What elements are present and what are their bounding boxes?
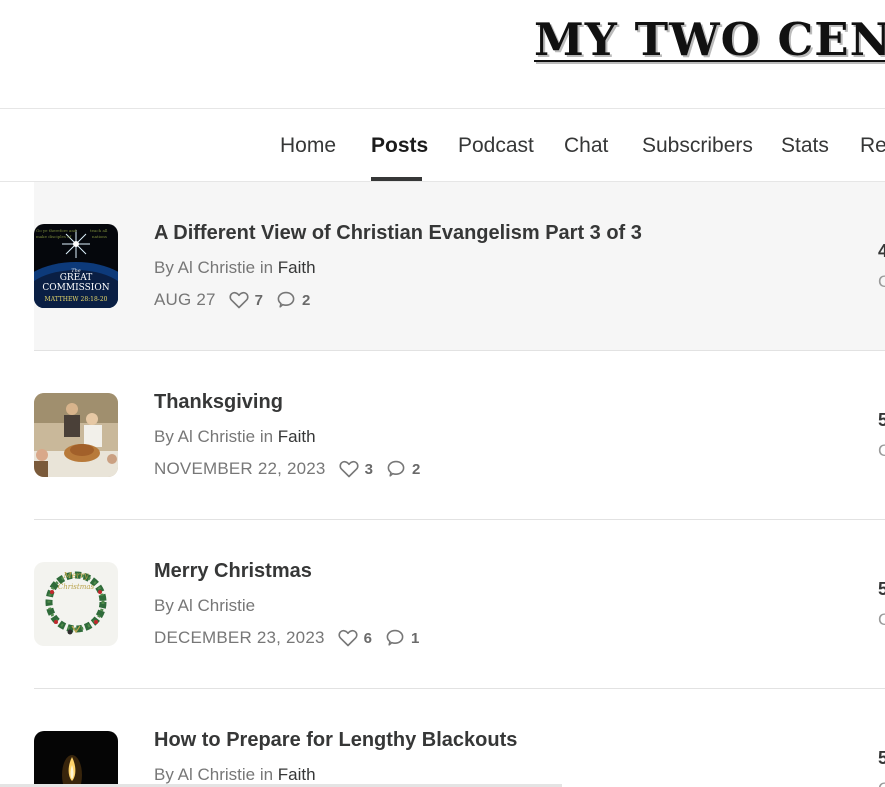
like-count: 7 <box>254 291 264 309</box>
post-category[interactable]: Faith <box>278 765 316 784</box>
nav-chat[interactable]: Chat <box>564 134 608 158</box>
comment-button[interactable]: 1 <box>385 629 419 647</box>
post-in-word: in <box>259 765 274 784</box>
post-row[interactable]: Thanksgiving By Al Christie in Faith NOV… <box>34 351 885 520</box>
post-byline: By Al Christie in Faith <box>154 258 316 278</box>
svg-text:make disciples of: make disciples of <box>36 234 72 239</box>
post-row[interactable]: How to Prepare for Lengthy Blackouts By … <box>34 689 885 787</box>
comment-bubble-icon <box>387 460 405 477</box>
great-commission-thumbnail-image: Go ye therefore and teach all make disci… <box>34 224 118 308</box>
thanksgiving-painting-thumbnail-image <box>34 393 118 477</box>
post-title[interactable]: How to Prepare for Lengthy Blackouts <box>154 729 517 752</box>
heart-icon <box>338 629 358 647</box>
post-row[interactable]: Go ye therefore and teach all make disci… <box>34 182 885 351</box>
comment-button[interactable]: 2 <box>276 291 310 309</box>
site-logo[interactable]: MY TWO CENTS <box>534 12 885 68</box>
post-author[interactable]: By Al Christie <box>154 427 255 446</box>
svg-text:COMMISSION: COMMISSION <box>42 283 109 293</box>
comment-bubble-icon <box>277 291 295 308</box>
post-thumbnail[interactable] <box>34 393 118 477</box>
post-meta: DECEMBER 23, 2023 6 1 <box>154 628 419 648</box>
page: MY TWO CENTS Home Posts Podcast Chat Sub… <box>0 0 885 787</box>
post-category[interactable]: Faith <box>278 258 316 277</box>
svg-text:Christmas: Christmas <box>58 583 95 591</box>
nav-stats[interactable]: Stats <box>781 134 829 158</box>
post-stat-label-fragment: C <box>878 441 885 460</box>
post-author[interactable]: By Al Christie <box>154 765 255 784</box>
post-in-word: in <box>259 258 274 277</box>
post-stat-fragment: 5 <box>878 579 885 599</box>
svg-text:nations: nations <box>92 234 107 239</box>
svg-text:Merry: Merry <box>62 571 89 580</box>
heart-icon <box>339 460 359 478</box>
post-thumbnail[interactable]: Merry Christmas <box>34 562 118 646</box>
nav-posts[interactable]: Posts <box>371 134 428 158</box>
post-title[interactable]: Merry Christmas <box>154 560 312 583</box>
svg-text:Go ye therefore and: Go ye therefore and <box>36 228 77 233</box>
svg-text:GREAT: GREAT <box>60 273 93 283</box>
svg-text:MATTHEW 28:18-20: MATTHEW 28:18-20 <box>45 296 108 303</box>
nav-subscribers[interactable]: Subscribers <box>642 134 753 158</box>
comment-count: 2 <box>411 460 421 478</box>
post-stat-label-fragment: C <box>878 610 885 629</box>
post-thumbnail[interactable] <box>34 731 118 787</box>
post-row[interactable]: Merry Christmas Merry Christmas By Al Ch… <box>34 520 885 689</box>
like-count: 3 <box>364 460 373 478</box>
post-stat-label-fragment: C <box>878 272 885 291</box>
like-button[interactable]: 6 <box>338 629 372 647</box>
post-date: NOVEMBER 22, 2023 <box>154 459 326 478</box>
post-author[interactable]: By Al Christie <box>154 258 255 277</box>
post-title[interactable]: Thanksgiving <box>154 391 283 414</box>
like-count: 6 <box>363 629 372 647</box>
post-date: AUG 27 <box>154 290 216 309</box>
post-meta: AUG 27 7 2 <box>154 290 310 310</box>
svg-text:teach all: teach all <box>90 228 108 233</box>
like-button[interactable]: 3 <box>339 460 373 478</box>
post-byline: By Al Christie in Faith <box>154 765 316 785</box>
post-byline: By Al Christie in Faith <box>154 427 316 447</box>
comment-bubble-icon <box>386 629 404 646</box>
christmas-wreath-thumbnail-image: Merry Christmas <box>34 562 118 646</box>
post-stat-fragment: 4 <box>878 241 885 261</box>
post-stat-fragment: 5 <box>878 748 885 768</box>
post-byline: By Al Christie <box>154 596 255 616</box>
post-date: DECEMBER 23, 2023 <box>154 628 325 647</box>
heart-icon <box>229 291 249 309</box>
like-button[interactable]: 7 <box>229 291 263 309</box>
post-category[interactable]: Faith <box>278 427 316 446</box>
main-nav: Home Posts Podcast Chat Subscribers Stat… <box>0 109 885 181</box>
post-title[interactable]: A Different View of Christian Evangelism… <box>154 222 642 245</box>
comment-count: 2 <box>302 291 311 309</box>
post-author[interactable]: By Al Christie <box>154 596 255 615</box>
site-header: MY TWO CENTS <box>0 0 885 108</box>
nav-home[interactable]: Home <box>280 134 336 158</box>
post-in-word: in <box>259 427 274 446</box>
nav-recommendations[interactable]: Re <box>860 134 885 158</box>
comment-button[interactable]: 2 <box>386 460 420 478</box>
candle-thumbnail-image <box>34 731 118 787</box>
nav-podcast[interactable]: Podcast <box>458 134 534 158</box>
post-meta: NOVEMBER 22, 2023 3 2 <box>154 459 420 479</box>
comment-count: 1 <box>411 629 420 647</box>
post-stat-label-fragment: C <box>878 779 885 787</box>
post-stat-fragment: 5 <box>878 410 885 430</box>
post-thumbnail[interactable]: Go ye therefore and teach all make disci… <box>34 224 118 308</box>
